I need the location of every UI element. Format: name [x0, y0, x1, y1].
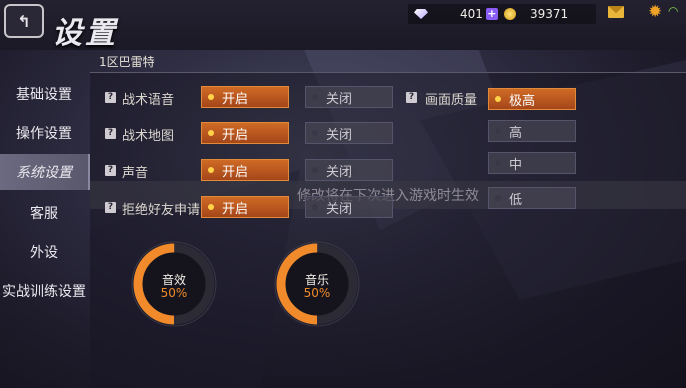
page-title: 设置 [52, 16, 118, 51]
help-icon[interactable]: ? [105, 92, 116, 103]
tactical-voice-off-button[interactable]: 关闭 [305, 86, 393, 108]
quality-label: 画面质量 [425, 93, 478, 108]
reject-friend-on-button[interactable]: 开启 [201, 196, 289, 218]
quality-option-medium[interactable]: 中 [488, 152, 576, 174]
music-volume-dial[interactable]: 音乐 50% [273, 240, 361, 328]
radio-dot [312, 130, 318, 136]
tactical-voice-on-button[interactable]: 开启 [201, 86, 289, 108]
radio-dot [208, 130, 214, 136]
diamond-icon [414, 9, 428, 19]
sidebar-item-system[interactable]: 系统设置 [0, 154, 90, 190]
settings-panel [90, 73, 686, 388]
radio-dot [208, 167, 214, 173]
coin-counter: 39371 [504, 6, 568, 22]
sidebar-item-basic[interactable]: 基础设置 [0, 76, 88, 112]
radio-dot [208, 94, 214, 100]
sidebar-item-support[interactable]: 客服 [0, 195, 88, 231]
help-icon[interactable]: ? [406, 92, 417, 103]
radio-dot [208, 204, 214, 210]
quality-option-low[interactable]: 低 [488, 187, 576, 209]
row-label-reject-friend: 拒绝好友申请 [122, 203, 201, 218]
gem-counter: 401 + [414, 6, 498, 22]
help-icon[interactable]: ? [105, 202, 116, 213]
help-icon[interactable]: ? [105, 165, 116, 176]
coin-count: 39371 [530, 7, 569, 21]
back-button[interactable]: ↰ [4, 4, 44, 38]
plus-icon[interactable]: + [485, 8, 498, 20]
music-value: 50% [303, 286, 331, 300]
sidebar-item-training[interactable]: 实战训练设置 [0, 273, 88, 309]
sound-on-button[interactable]: 开启 [201, 159, 289, 181]
radio-dot [312, 167, 318, 173]
radio-dot [495, 128, 501, 134]
back-icon: ↰ [17, 11, 31, 31]
reject-friend-off-button[interactable]: 关闭 [305, 196, 393, 218]
sidebar-item-peripherals[interactable]: 外设 [0, 234, 88, 270]
radio-dot [312, 94, 318, 100]
gem-count: 401 [460, 7, 483, 21]
tactical-map-off-button[interactable]: 关闭 [305, 122, 393, 144]
quality-option-high[interactable]: 高 [488, 120, 576, 142]
row-label-tactical-voice: 战术语音 [122, 93, 175, 108]
radio-dot [312, 204, 318, 210]
sfx-volume-dial[interactable]: 音效 50% [130, 240, 218, 328]
row-label-tactical-map: 战术地图 [122, 129, 175, 144]
mail-icon[interactable] [608, 6, 624, 18]
gear-icon[interactable]: ✹ [648, 3, 662, 21]
sfx-value: 50% [160, 286, 188, 300]
sidebar: 基础设置 操作设置 系统设置 客服 外设 实战训练设置 [0, 75, 90, 388]
tactical-map-on-button[interactable]: 开启 [201, 122, 289, 144]
sound-off-button[interactable]: 关闭 [305, 159, 393, 181]
top-bar: ↰ 设置 401 + 39371 ✹ ◠ [0, 0, 686, 51]
sidebar-item-controls[interactable]: 操作设置 [0, 115, 88, 151]
coin-icon [504, 8, 516, 20]
row-label-sound: 声音 [122, 166, 149, 181]
radio-dot [495, 96, 501, 102]
server-player-label: 1区巴雷特 [99, 55, 155, 69]
wifi-icon: ◠ [668, 4, 679, 18]
help-icon[interactable]: ? [105, 128, 116, 139]
radio-dot [495, 160, 501, 166]
radio-dot [495, 195, 501, 201]
quality-option-ultra[interactable]: 极高 [488, 88, 576, 110]
